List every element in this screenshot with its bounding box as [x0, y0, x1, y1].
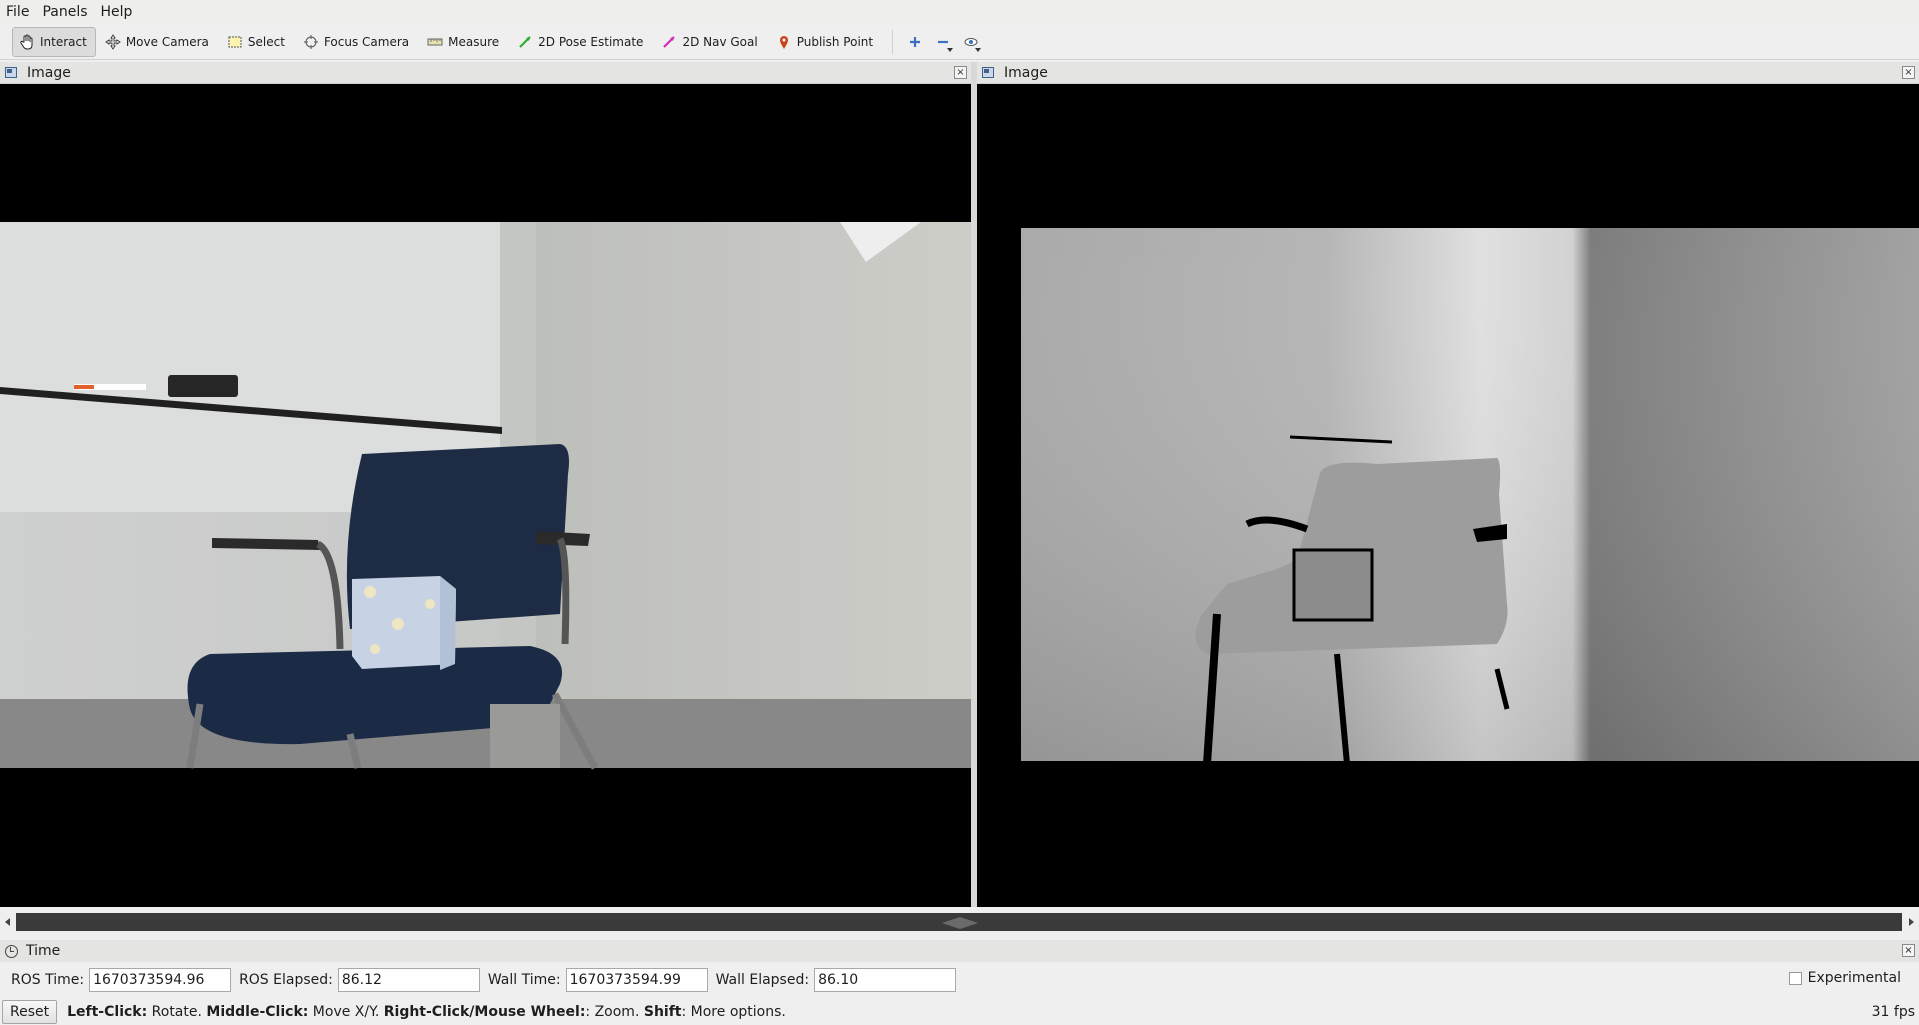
- close-icon[interactable]: ×: [1902, 944, 1915, 957]
- hint-shift-text: : More options.: [681, 1004, 786, 1020]
- panel-title: Image: [27, 64, 71, 81]
- right-image-view[interactable]: [977, 84, 1919, 907]
- select-icon: [228, 36, 242, 47]
- chevron-down-icon: [975, 47, 982, 52]
- left-image-view[interactable]: [0, 84, 971, 907]
- interact-label: Interact: [40, 34, 87, 49]
- time-fields-row: ROS Time: 1670373594.96 ROS Elapsed: 86.…: [0, 966, 1919, 994]
- hand-icon: [20, 34, 33, 49]
- toolbar-divider: [892, 29, 894, 54]
- hint-right-click-text: : Zoom.: [585, 1004, 644, 1020]
- ros-time-field[interactable]: 1670373594.96: [89, 968, 232, 992]
- chevron-down-icon: [947, 47, 954, 52]
- view-options-button[interactable]: [957, 27, 985, 57]
- minus-icon: [938, 40, 949, 43]
- publish-point-icon: [779, 35, 788, 49]
- toolbar: Interact Move Camera Select Focus Camera…: [0, 24, 1919, 60]
- status-hints: Left-Click: Rotate. Middle-Click: Move X…: [67, 1004, 786, 1020]
- ros-time-label: ROS Time:: [11, 972, 85, 988]
- move-camera-label: Move Camera: [125, 34, 209, 49]
- hint-right-click: Right-Click/Mouse Wheel:: [383, 1004, 586, 1020]
- plus-icon: [910, 36, 921, 47]
- publish-point-label: Publish Point: [796, 34, 874, 49]
- hint-left-click: Left-Click:: [67, 1004, 148, 1020]
- scrollbar-grip-icon[interactable]: [941, 916, 979, 930]
- nav-goal-label: 2D Nav Goal: [682, 34, 758, 49]
- horizontal-scrollbar[interactable]: [0, 909, 1919, 935]
- wall-elapsed-field[interactable]: 86.10: [814, 968, 957, 992]
- image-panel-icon: [982, 67, 994, 78]
- clock-icon: [5, 944, 18, 958]
- menu-bar: File Panels Help: [0, 0, 1919, 24]
- wall-elapsed-label: Wall Elapsed:: [715, 972, 810, 988]
- focus-camera-label: Focus Camera: [323, 34, 410, 49]
- measure-tool-button[interactable]: Measure: [420, 27, 508, 57]
- interact-tool-button[interactable]: Interact: [12, 26, 96, 57]
- close-icon[interactable]: ×: [954, 66, 967, 79]
- move-camera-tool-button[interactable]: Move Camera: [98, 27, 218, 57]
- wall-time-field[interactable]: 1670373594.99: [565, 968, 708, 992]
- select-tool-button[interactable]: Select: [220, 27, 294, 57]
- time-panel-header: Time ×: [0, 940, 1919, 962]
- eye-icon: [964, 37, 978, 46]
- focus-camera-icon: [303, 34, 318, 49]
- fps-counter: 31 fps: [1871, 1004, 1915, 1020]
- nav-goal-tool-button[interactable]: 2D Nav Goal: [654, 27, 766, 57]
- image-panel-icon: [5, 67, 17, 78]
- hint-middle-click-text: Move X/Y.: [308, 1004, 384, 1020]
- scroll-right-icon[interactable]: [1909, 918, 1914, 926]
- pose-estimate-icon: [519, 35, 531, 48]
- close-icon[interactable]: ×: [1902, 66, 1915, 79]
- panel-title: Image: [1004, 64, 1048, 81]
- move-camera-icon: [105, 33, 121, 50]
- pose-estimate-tool-button[interactable]: 2D Pose Estimate: [510, 27, 652, 57]
- hint-shift: Shift: [643, 1004, 682, 1020]
- hint-middle-click: Middle-Click:: [206, 1004, 309, 1020]
- add-tool-button[interactable]: [901, 27, 929, 57]
- rgb-camera-image: [0, 222, 971, 770]
- nav-goal-icon: [663, 35, 676, 48]
- experimental-checkbox[interactable]: [1788, 971, 1802, 985]
- left-image-panel-header: Image ×: [0, 62, 971, 84]
- scroll-left-icon[interactable]: [5, 918, 10, 926]
- hint-left-click-text: Rotate.: [147, 1004, 207, 1020]
- menu-help[interactable]: Help: [101, 4, 133, 20]
- menu-panels[interactable]: Panels: [42, 4, 87, 20]
- experimental-label: Experimental: [1807, 970, 1901, 986]
- time-panel-title: Time: [26, 943, 61, 959]
- measure-label: Measure: [448, 34, 500, 49]
- measure-icon: [427, 38, 443, 45]
- ros-elapsed-label: ROS Elapsed:: [239, 972, 333, 988]
- ros-elapsed-field[interactable]: 86.12: [337, 968, 480, 992]
- right-image-panel-header: Image ×: [977, 62, 1919, 84]
- pose-estimate-label: 2D Pose Estimate: [538, 34, 644, 49]
- status-bar: Reset Left-Click: Rotate. Middle-Click: …: [0, 999, 1919, 1025]
- experimental-toggle[interactable]: Experimental: [1788, 970, 1901, 986]
- focus-camera-tool-button[interactable]: Focus Camera: [296, 27, 418, 57]
- remove-tool-button[interactable]: [929, 27, 957, 57]
- reset-button[interactable]: Reset: [2, 1000, 58, 1024]
- select-label: Select: [247, 34, 285, 49]
- depth-camera-image: [1007, 228, 1919, 765]
- wall-time-label: Wall Time:: [487, 972, 561, 988]
- publish-point-tool-button[interactable]: Publish Point: [769, 27, 882, 57]
- menu-file[interactable]: File: [6, 4, 29, 20]
